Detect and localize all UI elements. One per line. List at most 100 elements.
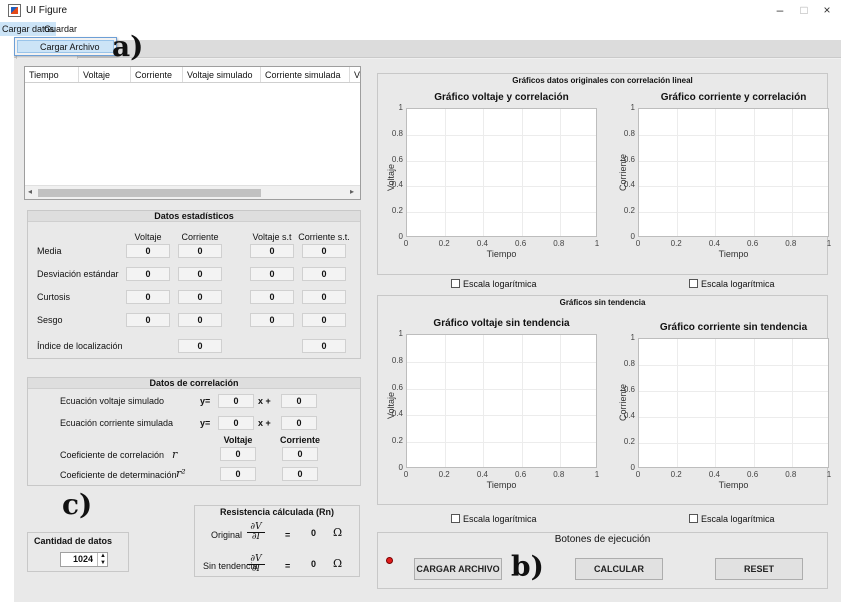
cargar-datos-dropdown: Cargar Archivo (14, 37, 117, 56)
spin-up-icon[interactable]: ▲ (100, 553, 106, 559)
grid-line (677, 109, 679, 236)
x-tick-label: 0.8 (785, 470, 797, 479)
log-scale-label: Escala logarítmica (463, 279, 537, 289)
column-header-tiempo[interactable]: Tiempo (25, 67, 79, 82)
sesgo-voltaje-st-value: 0 (250, 313, 294, 327)
table-horizontal-scrollbar[interactable]: ◂ ▸ (25, 185, 360, 199)
grid-line (559, 335, 561, 467)
eq-corriente-label: Ecuación corriente simulada (60, 418, 174, 428)
eq-voltaje-intercept: 0 (281, 394, 317, 408)
spinner-arrows[interactable]: ▲ ▼ (97, 553, 107, 566)
coef-det-label: Coeficiente de determinación (60, 470, 177, 480)
y-axis-label: Corriente (618, 383, 628, 421)
log-scale-checkbox-original-voltage[interactable] (451, 279, 460, 288)
y-axis-label: Voltaje (386, 391, 396, 419)
eq-voltaje-y: y= (200, 396, 211, 406)
x-tick-label: 0.4 (708, 470, 720, 479)
coef-corr-corriente: 0 (282, 447, 318, 461)
plot-title: Gráfico corriente y correlación (660, 92, 807, 103)
corr-col-corriente: Corriente (279, 435, 320, 445)
status-lamp-icon (386, 557, 393, 564)
x-tick-label: 0.2 (670, 470, 682, 479)
close-button[interactable]: × (813, 1, 841, 19)
coef-corr-label: Coeficiente de correlación (60, 450, 165, 460)
annotation-c: c) (62, 488, 93, 521)
grid-line (407, 388, 596, 390)
sesgo-corriente-value: 0 (178, 313, 222, 327)
column-header-corriente-simulada[interactable]: Corriente simulada (261, 67, 350, 82)
x-tick-label: 0.4 (708, 239, 720, 248)
ohm-icon: Ω (333, 526, 343, 539)
annotation-a: a) (112, 30, 144, 63)
y-tick-label: 1 (630, 103, 635, 112)
correlation-panel-title: Datos de correlación (28, 378, 360, 389)
resistance-st-fraction: ∂V ∂I (247, 555, 265, 574)
log-scale-checkbox-original-current[interactable] (689, 279, 698, 288)
x-axis-label: Tiempo (486, 480, 517, 490)
grid-line (639, 417, 828, 418)
coef-det-symbol: r² (176, 467, 186, 480)
menu-item-cargar-archivo[interactable]: Cargar Archivo (17, 40, 114, 53)
log-scale-checkbox-detrended-voltage[interactable] (451, 514, 460, 523)
resistance-original-value: 0 (311, 528, 317, 538)
grid-line (445, 109, 447, 236)
grid-line (639, 134, 828, 136)
stats-row-label-indice: Índice de localización (37, 341, 123, 351)
grid-line (639, 186, 828, 188)
fraction-denominator: ∂I (251, 532, 261, 542)
grid-line (753, 339, 755, 467)
resistance-st-value: 0 (311, 559, 317, 569)
y-tick-label: 0 (630, 232, 635, 241)
column-header-voltaje[interactable]: Voltaje (79, 67, 131, 82)
y-tick-label: 0.8 (391, 128, 403, 138)
scroll-left-icon[interactable]: ◂ (28, 187, 32, 196)
corr-col-voltaje: Voltaje (223, 435, 253, 445)
y-tick-label: 0 (398, 463, 403, 472)
grid-line (559, 109, 561, 236)
grid-line (407, 186, 596, 188)
stats-row-label-sesgo: Sesgo (37, 315, 63, 325)
plot-area (406, 334, 597, 468)
scroll-thumb[interactable] (38, 189, 261, 197)
y-tick-label: 1 (398, 329, 403, 338)
log-scale-label: Escala logarítmica (701, 514, 775, 524)
calcular-button[interactable]: CALCULAR (575, 558, 663, 580)
y-tick-label: 1 (630, 333, 635, 342)
x-tick-label: 1 (594, 239, 600, 248)
spin-down-icon[interactable]: ▼ (100, 560, 106, 566)
grid-line (445, 335, 447, 467)
resistance-original-label: Original (211, 530, 243, 540)
x-tick-label: 1 (826, 239, 832, 248)
plot-title: Gráfico voltaje y correlación (434, 92, 569, 103)
menu-guardar[interactable]: Guardar (42, 22, 79, 36)
scroll-right-icon[interactable]: ▸ (350, 187, 354, 196)
plot-title: Gráfico corriente sin tendencia (659, 322, 808, 333)
y-axis-label: Voltaje (386, 163, 396, 191)
x-tick-label: 1 (826, 470, 832, 479)
sesgo-corriente-st-value: 0 (302, 313, 346, 327)
eq-corriente-y: y= (200, 418, 211, 428)
data-table[interactable]: Tiempo Voltaje Corriente Voltaje simulad… (24, 66, 361, 200)
stats-row-label-desviacion: Desviación estándar (37, 269, 119, 279)
curtosis-corriente-value: 0 (178, 290, 222, 304)
x-tick-label: 0.8 (785, 239, 797, 248)
y-tick-label: 1 (398, 103, 403, 112)
y-tick-label: 0.2 (391, 436, 403, 446)
column-header-corriente[interactable]: Corriente (131, 67, 183, 82)
plot-area (406, 108, 597, 237)
media-voltaje-value: 0 (126, 244, 170, 258)
grid-line (639, 365, 828, 366)
cantidad-panel: Cantidad de datos 1024 ▲ ▼ (27, 532, 129, 572)
window-titlebar: UI Figure – □ × (0, 0, 841, 22)
log-scale-label: Escala logarítmica (701, 279, 775, 289)
resistance-panel: Resistencia cálculada (Rn) Original ∂V ∂… (194, 505, 360, 577)
cantidad-divider (28, 532, 128, 533)
eq-voltaje-slope: 0 (218, 394, 254, 408)
cargar-archivo-button[interactable]: CARGAR ARCHIVO (414, 558, 502, 580)
log-scale-checkbox-detrended-current[interactable] (689, 514, 698, 523)
log-scale-label: Escala logarítmica (463, 514, 537, 524)
reset-button[interactable]: RESET (715, 558, 803, 580)
column-header-voltaje-simulado[interactable]: Voltaje simulado (183, 67, 261, 82)
stats-col-voltaje-st: Voltaje s.t (252, 232, 292, 242)
column-header-vo[interactable]: Vo (350, 67, 360, 82)
